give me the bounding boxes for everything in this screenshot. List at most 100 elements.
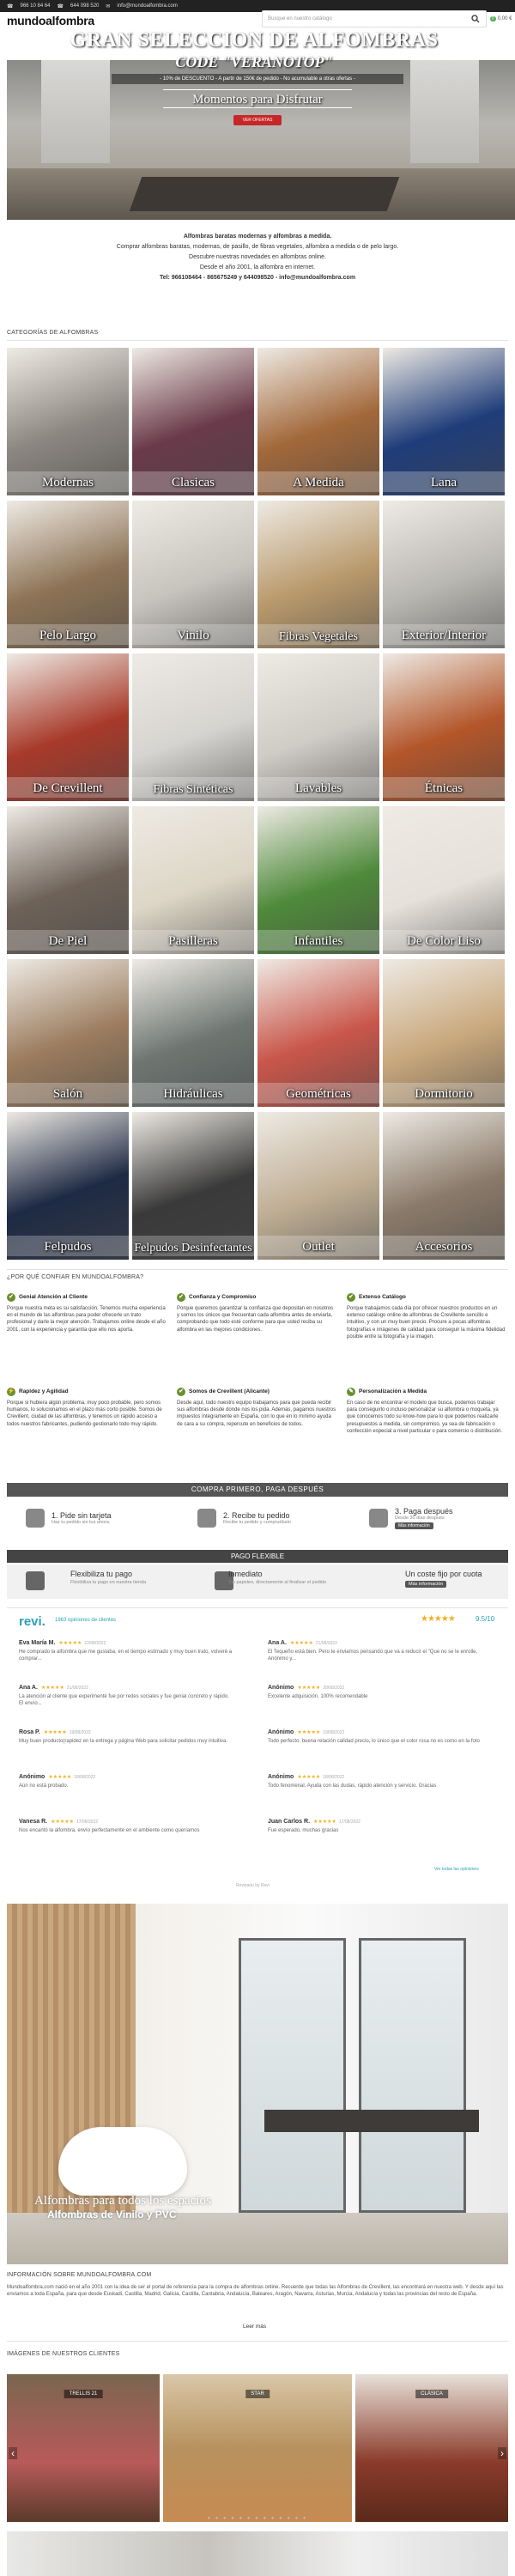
review-date: 21/08/2022 [315, 1641, 337, 1646]
review-item: Anónimo ★★★★★ 18/08/2022 Todo fenomenal. Ay… [268, 1774, 482, 1789]
category-tile[interactable]: Geométricas [258, 959, 379, 1107]
category-label: Felpudos [44, 1240, 92, 1254]
category-tile[interactable]: Felpudos [7, 1112, 129, 1260]
category-label: Fibras Vegetales [279, 630, 358, 643]
email-link[interactable]: info@mundoalfombra.com [117, 3, 177, 9]
category-label: Outlet [302, 1240, 335, 1254]
gallery-slide[interactable]: TRELLIS 21 [7, 2374, 160, 2522]
category-tile[interactable]: Pasilleras [132, 806, 254, 954]
category-label: Accesorios [415, 1240, 473, 1254]
category-label: Lavables [294, 781, 342, 795]
rating-score: 9.5/10 [476, 1615, 495, 1623]
why-item: ✔ Somos de Crevillent (Alicante) Desde aqu… [177, 1388, 336, 1428]
read-more-link[interactable]: Leer más [243, 2324, 266, 2330]
why-item: ⚡ Rapidez y Agilidad Porque si hubiera alg… [7, 1388, 167, 1428]
search-button[interactable] [466, 10, 485, 27]
logo[interactable]: mundoalfombra [7, 14, 94, 27]
hero-offers-button[interactable]: VER OFERTAS [233, 115, 282, 125]
intro-line-1: Comprar alfombras baratas, modernas, de … [116, 244, 399, 250]
step-sub: Haz tu pedido sin tus ahora. [52, 1520, 111, 1525]
step-3: 3. Paga después Desde 30 días después Más … [369, 1503, 515, 1534]
category-label: De Color Liso [407, 934, 481, 948]
cart-button[interactable]: 0 0,00 € [490, 10, 512, 27]
review-stars-icon: ★★★★★ [297, 1775, 321, 1780]
review-count[interactable]: 1863 opiniones de clientes [55, 1618, 116, 1623]
more-info-button[interactable]: Más información [395, 1522, 433, 1529]
category-tile[interactable]: Dormitorio [383, 959, 505, 1107]
category-tile[interactable]: Accesorios [383, 1112, 505, 1260]
category-tile[interactable]: Modernas [7, 348, 129, 495]
review-author: Ana A. [268, 1640, 287, 1646]
check-icon: ✔ [177, 1293, 185, 1302]
gallery-slide[interactable]: CLÁSICA [355, 2374, 508, 2522]
category-label: Pasilleras [168, 934, 218, 948]
category-tile[interactable]: Hidráulicas [132, 959, 254, 1107]
divider [7, 2341, 508, 2342]
review-item: Juan Carlos R. ★★★★★ 17/08/2022 Fue esperad… [268, 1819, 482, 1834]
category-label: Lana [431, 476, 457, 489]
step-title: 3. Paga después [395, 1507, 453, 1516]
search-input[interactable]: Busque en nuestro catálogo [262, 10, 487, 27]
review-text: Todo fenomenal. Ayuda con las dudas, ráp… [268, 1783, 437, 1789]
category-label: Felpudos Desinfectantes [134, 1242, 252, 1255]
prev-arrow-icon[interactable]: ‹ [9, 2447, 17, 2459]
hero-code: CODE "VERANOTOP" [175, 53, 333, 70]
category-label: Dormitorio [415, 1087, 473, 1101]
category-label: Étnicas [424, 781, 464, 795]
category-tile[interactable]: Pelo Largo [7, 501, 129, 648]
intro-text: Alfombras baratas modernas y alfombras a… [43, 232, 472, 283]
review-stars-icon: ★★★★★ [40, 1686, 64, 1691]
step-title: 2. Recibe tu pedido [223, 1511, 290, 1520]
category-tile[interactable]: Fibras Sintéticas [132, 653, 254, 801]
category-tile[interactable]: Clasicas [132, 348, 254, 495]
revi-logo[interactable]: revi. [19, 1614, 45, 1629]
flex-more-info[interactable]: Más información [405, 1581, 447, 1588]
cart-count: 0 [490, 16, 496, 21]
category-label: A Medida [293, 476, 344, 489]
why-item-title: Rapidez y Agilidad [19, 1388, 69, 1394]
flex-sub: Sin papeleo, directamente al finalizar e… [228, 1580, 327, 1585]
buy-banner: COMPRA PRIMERO, PAGA DESPUÉS [7, 1483, 508, 1497]
cart-total: 0,00 € [497, 16, 512, 21]
category-tile[interactable]: Lavables [258, 653, 379, 801]
category-tile[interactable]: De Crevillent [7, 653, 129, 801]
flex-banner: PAGO FLEXIBLE [7, 1550, 508, 1563]
check-icon: ✔ [177, 1388, 185, 1396]
review-text: Fue esperado, muchas gracias [268, 1828, 339, 1833]
category-tile[interactable]: Infantiles [258, 806, 379, 954]
flex-title: Inmediato [228, 1570, 263, 1578]
info-text: Mundoalfombra.com nació en el año 2001 c… [7, 2285, 504, 2297]
category-tile[interactable]: Vinilo [132, 501, 254, 648]
flex-sub: Flexibiliza tu pago en nuestra tienda [70, 1580, 147, 1585]
phone-2[interactable]: 644 098 520 [70, 3, 99, 9]
category-tile[interactable]: De Piel [7, 806, 129, 954]
intro-contact[interactable]: Tel: 966108464 - 865675249 y 644098520 -… [43, 273, 472, 283]
next-arrow-icon[interactable]: › [498, 2447, 506, 2459]
review-item: Anónimo ★★★★★ 19/08/2022 Todo perfecto, bue… [268, 1729, 482, 1745]
check-icon: ✔ [7, 1293, 15, 1302]
why-item: ✎ Personalización a Medida En caso de no e… [347, 1388, 506, 1435]
intro-headline: Alfombras baratas modernas y alfombras a… [183, 234, 332, 240]
all-reviews-link[interactable]: Ver todas las opiniones [434, 1867, 479, 1872]
phone-1[interactable]: 966 10 84 64 [20, 3, 50, 9]
category-tile[interactable]: Étnicas [383, 653, 505, 801]
review-item: Vanesa R. ★★★★★ 17/08/2022 Nos encantó la a… [19, 1819, 233, 1834]
review-text: Aún no está probado. [19, 1783, 69, 1789]
category-tile[interactable]: De Color Liso [383, 806, 505, 954]
category-tile[interactable]: A Medida [258, 348, 379, 495]
category-tile[interactable]: Exterior/Interior [383, 501, 505, 648]
check-icon: ✎ [347, 1388, 355, 1396]
category-tile[interactable]: Felpudos Desinfectantes [132, 1112, 254, 1260]
gallery-slide[interactable]: STAR [163, 2374, 352, 2522]
review-text: La atención al cliente que experimenté f… [19, 1694, 229, 1706]
carousel-dots[interactable]: ● ● ● ● ● ● ● ● ● ● ● ● ● [0, 2516, 515, 2521]
review-author: Ana A. [19, 1685, 38, 1691]
category-tile[interactable]: Lana [383, 348, 505, 495]
category-tile[interactable]: Outlet [258, 1112, 379, 1260]
category-tile[interactable]: Salón [7, 959, 129, 1107]
category-label: Exterior/Interior [401, 629, 487, 642]
why-item-title: Personalización a Medida [359, 1388, 427, 1394]
review-author: Vanesa R. [19, 1819, 48, 1825]
category-tile[interactable]: Fibras Vegetales [258, 501, 379, 648]
banner-line-2: Alfombras de Vinilo y PVC [47, 2208, 177, 2221]
